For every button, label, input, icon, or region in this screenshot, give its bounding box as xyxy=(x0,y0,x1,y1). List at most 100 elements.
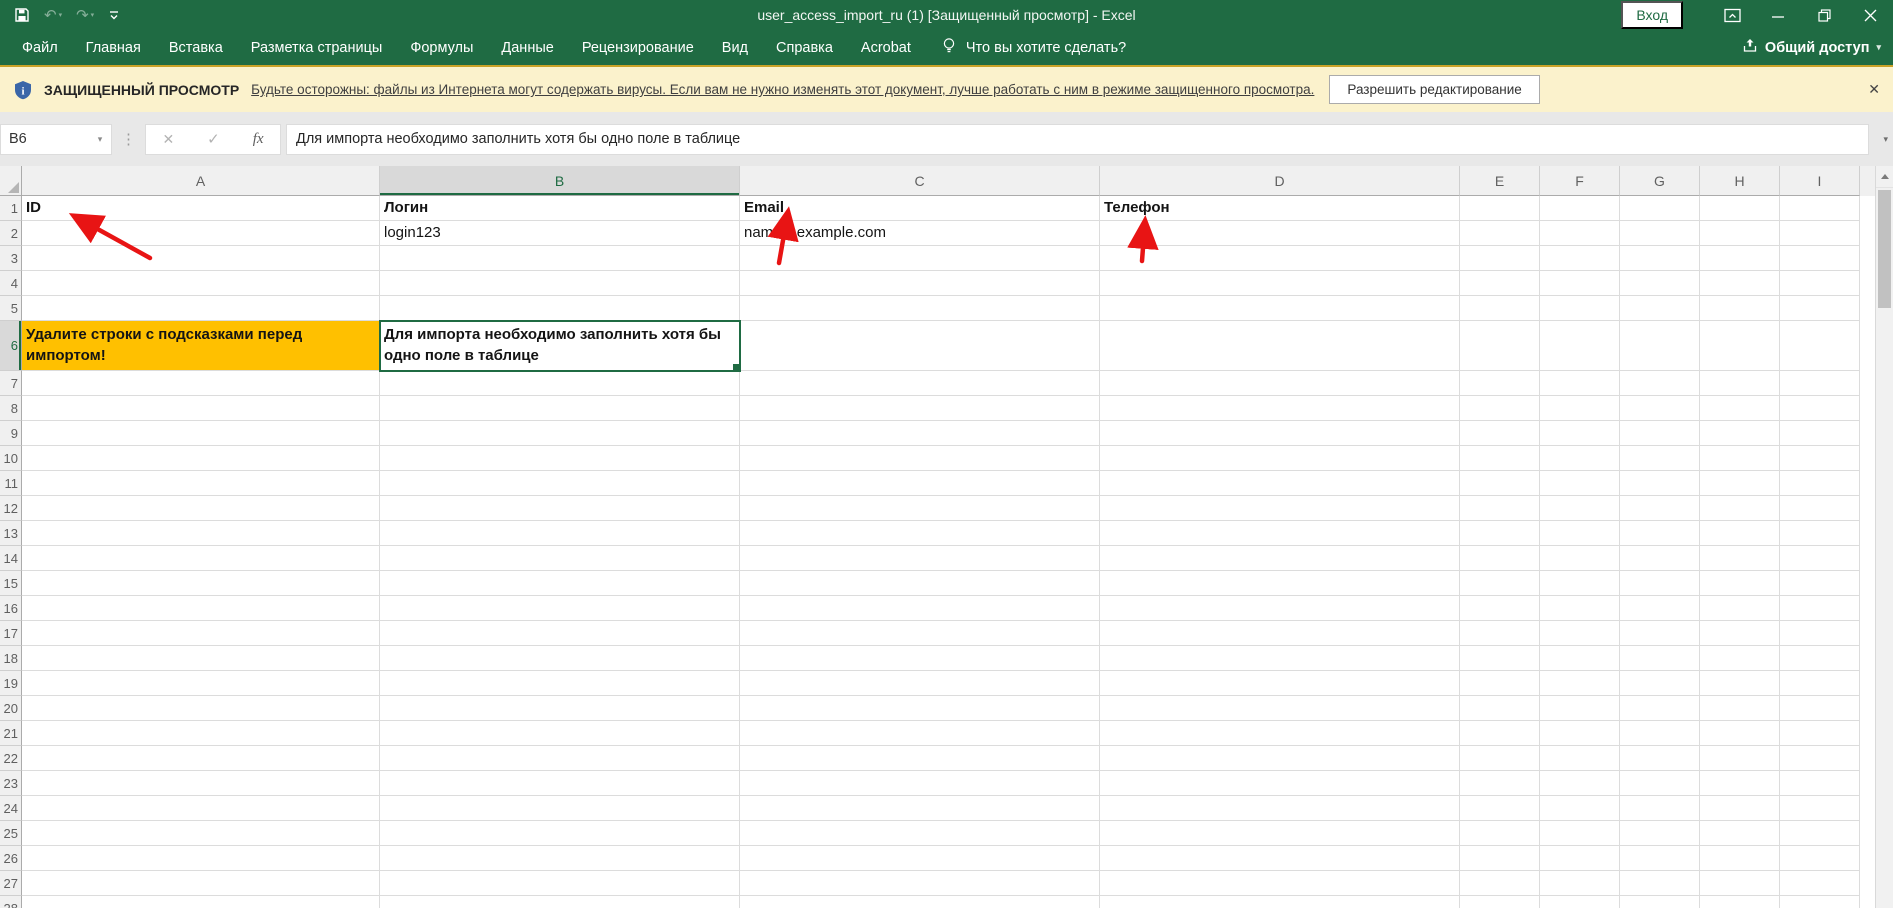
cell-A16[interactable] xyxy=(22,596,380,621)
cell-C26[interactable] xyxy=(740,846,1100,871)
cell-A15[interactable] xyxy=(22,571,380,596)
cell-E14[interactable] xyxy=(1460,546,1540,571)
cell-E5[interactable] xyxy=(1460,296,1540,321)
cell-H8[interactable] xyxy=(1700,396,1780,421)
cell-G8[interactable] xyxy=(1620,396,1700,421)
cell-A10[interactable] xyxy=(22,446,380,471)
cell-I25[interactable] xyxy=(1780,821,1860,846)
cell-D19[interactable] xyxy=(1100,671,1460,696)
cell-A12[interactable] xyxy=(22,496,380,521)
cell-B23[interactable] xyxy=(380,771,740,796)
cell-F14[interactable] xyxy=(1540,546,1620,571)
cell-C14[interactable] xyxy=(740,546,1100,571)
row-header-19[interactable]: 19 xyxy=(0,671,22,696)
cell-I26[interactable] xyxy=(1780,846,1860,871)
cell-G5[interactable] xyxy=(1620,296,1700,321)
cell-B24[interactable] xyxy=(380,796,740,821)
cell-H16[interactable] xyxy=(1700,596,1780,621)
ribbon-tab-help[interactable]: Справка xyxy=(762,32,847,64)
cell-A24[interactable] xyxy=(22,796,380,821)
cell-H11[interactable] xyxy=(1700,471,1780,496)
cell-B20[interactable] xyxy=(380,696,740,721)
enter-icon[interactable]: ✓ xyxy=(207,130,220,148)
cell-C10[interactable] xyxy=(740,446,1100,471)
cell-C16[interactable] xyxy=(740,596,1100,621)
cell-B17[interactable] xyxy=(380,621,740,646)
cell-H13[interactable] xyxy=(1700,521,1780,546)
cell-H26[interactable] xyxy=(1700,846,1780,871)
cell-E27[interactable] xyxy=(1460,871,1540,896)
cell-H21[interactable] xyxy=(1700,721,1780,746)
cell-D22[interactable] xyxy=(1100,746,1460,771)
cell-A14[interactable] xyxy=(22,546,380,571)
cell-I11[interactable] xyxy=(1780,471,1860,496)
scroll-up-button[interactable] xyxy=(1876,166,1893,188)
cell-B25[interactable] xyxy=(380,821,740,846)
row-header-15[interactable]: 15 xyxy=(0,571,22,596)
insert-function-icon[interactable]: fx xyxy=(253,131,264,148)
cell-I1[interactable] xyxy=(1780,196,1860,221)
cell-E20[interactable] xyxy=(1460,696,1540,721)
row-header-12[interactable]: 12 xyxy=(0,496,22,521)
cell-E17[interactable] xyxy=(1460,621,1540,646)
cell-F8[interactable] xyxy=(1540,396,1620,421)
cell-F27[interactable] xyxy=(1540,871,1620,896)
cell-C2[interactable]: name@example.com xyxy=(740,221,1100,246)
cell-F5[interactable] xyxy=(1540,296,1620,321)
cell-I3[interactable] xyxy=(1780,246,1860,271)
name-box[interactable]: B6 ▾ xyxy=(0,124,112,155)
cell-D13[interactable] xyxy=(1100,521,1460,546)
cell-A20[interactable] xyxy=(22,696,380,721)
cell-A11[interactable] xyxy=(22,471,380,496)
ribbon-tab-view[interactable]: Вид xyxy=(708,32,762,64)
cell-I2[interactable] xyxy=(1780,221,1860,246)
column-header-C[interactable]: C xyxy=(740,166,1100,196)
cell-H25[interactable] xyxy=(1700,821,1780,846)
sign-in-button[interactable]: Вход xyxy=(1621,1,1683,29)
ribbon-tab-file[interactable]: Файл xyxy=(8,32,72,64)
cell-F12[interactable] xyxy=(1540,496,1620,521)
cell-D17[interactable] xyxy=(1100,621,1460,646)
row-header-8[interactable]: 8 xyxy=(0,396,22,421)
cell-A8[interactable] xyxy=(22,396,380,421)
row-header-25[interactable]: 25 xyxy=(0,821,22,846)
cell-H18[interactable] xyxy=(1700,646,1780,671)
select-all-corner[interactable] xyxy=(0,166,22,196)
cell-I17[interactable] xyxy=(1780,621,1860,646)
cell-H28[interactable] xyxy=(1700,896,1780,908)
cell-G24[interactable] xyxy=(1620,796,1700,821)
cell-D6[interactable] xyxy=(1100,321,1460,371)
ribbon-tab-home[interactable]: Главная xyxy=(72,32,155,64)
vertical-scrollbar[interactable] xyxy=(1875,166,1893,908)
cell-E8[interactable] xyxy=(1460,396,1540,421)
cell-G4[interactable] xyxy=(1620,271,1700,296)
cell-I7[interactable] xyxy=(1780,371,1860,396)
row-header-5[interactable]: 5 xyxy=(0,296,22,321)
cell-A28[interactable] xyxy=(22,896,380,908)
row-header-4[interactable]: 4 xyxy=(0,271,22,296)
share-button[interactable]: Общий доступ ▾ xyxy=(1742,38,1881,57)
cell-D18[interactable] xyxy=(1100,646,1460,671)
cell-F15[interactable] xyxy=(1540,571,1620,596)
cell-B15[interactable] xyxy=(380,571,740,596)
row-header-3[interactable]: 3 xyxy=(0,246,22,271)
cell-G12[interactable] xyxy=(1620,496,1700,521)
cell-G7[interactable] xyxy=(1620,371,1700,396)
cell-G25[interactable] xyxy=(1620,821,1700,846)
cell-H17[interactable] xyxy=(1700,621,1780,646)
cell-E19[interactable] xyxy=(1460,671,1540,696)
cell-A7[interactable] xyxy=(22,371,380,396)
row-header-24[interactable]: 24 xyxy=(0,796,22,821)
ribbon-tab-insert[interactable]: Вставка xyxy=(155,32,237,64)
cell-G14[interactable] xyxy=(1620,546,1700,571)
minimize-button[interactable] xyxy=(1755,0,1801,30)
cell-D15[interactable] xyxy=(1100,571,1460,596)
enable-editing-button[interactable]: Разрешить редактирование xyxy=(1329,75,1539,104)
cell-G18[interactable] xyxy=(1620,646,1700,671)
cell-I8[interactable] xyxy=(1780,396,1860,421)
cell-H20[interactable] xyxy=(1700,696,1780,721)
cell-E2[interactable] xyxy=(1460,221,1540,246)
cell-D20[interactable] xyxy=(1100,696,1460,721)
row-header-11[interactable]: 11 xyxy=(0,471,22,496)
cell-E16[interactable] xyxy=(1460,596,1540,621)
